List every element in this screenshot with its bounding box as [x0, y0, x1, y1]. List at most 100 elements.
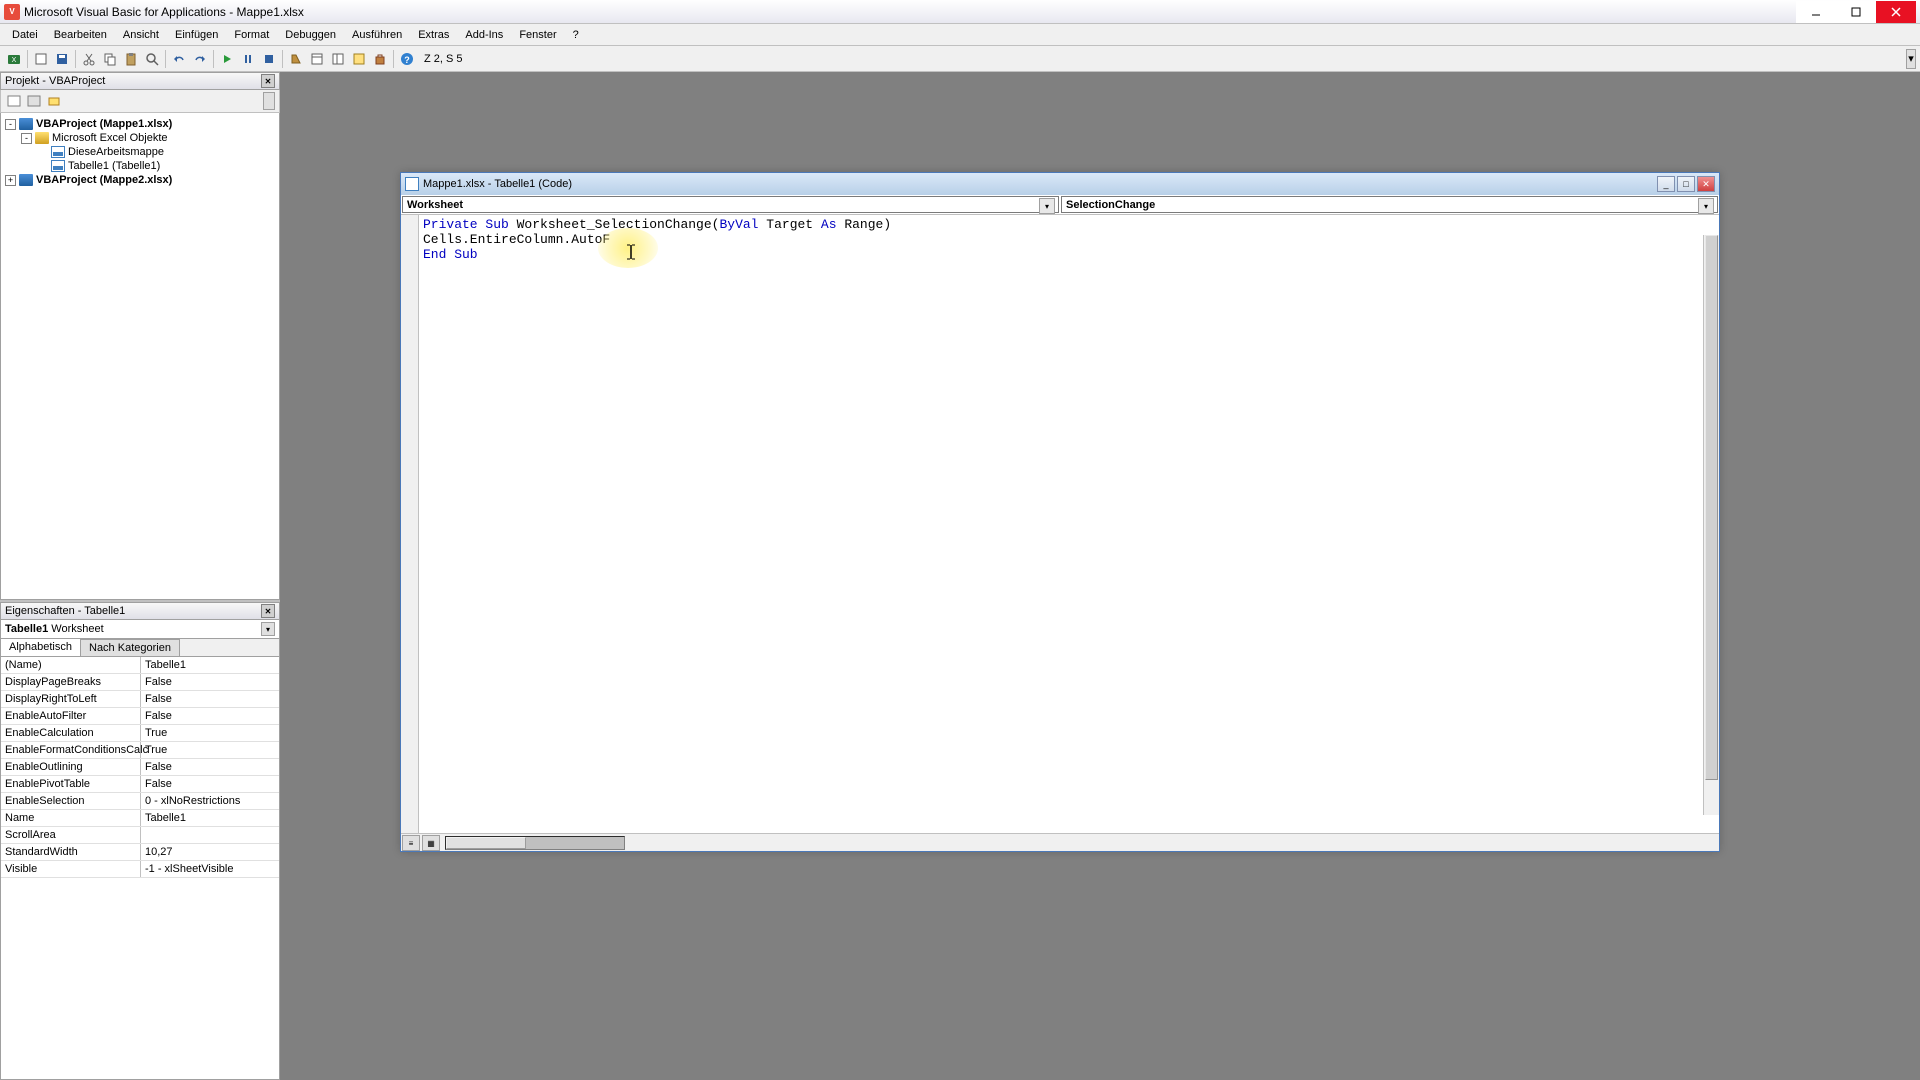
- tree-item[interactable]: - Microsoft Excel Objekte: [5, 131, 275, 145]
- reset-icon[interactable]: [259, 49, 279, 69]
- tree-item[interactable]: Tabelle1 (Tabelle1): [5, 159, 275, 173]
- run-icon[interactable]: [217, 49, 237, 69]
- menu-ausfuehren[interactable]: Ausführen: [344, 27, 410, 43]
- menu-datei[interactable]: Datei: [4, 27, 46, 43]
- view-object-icon[interactable]: [25, 92, 43, 110]
- property-value[interactable]: Tabelle1: [141, 657, 279, 673]
- redo-icon[interactable]: [190, 49, 210, 69]
- code-hscrollbar[interactable]: [445, 836, 625, 850]
- properties-grid[interactable]: (Name)Tabelle1DisplayPageBreaksFalseDisp…: [0, 657, 280, 1080]
- undo-icon[interactable]: [169, 49, 189, 69]
- property-name: EnableFormatConditionsCalc: [1, 742, 141, 758]
- view-code-icon[interactable]: [5, 92, 23, 110]
- menu-addins[interactable]: Add-Ins: [457, 27, 511, 43]
- tree-toggle-icon[interactable]: -: [5, 119, 16, 130]
- props-object-type: Worksheet: [51, 623, 103, 635]
- project-explorer-icon[interactable]: [307, 49, 327, 69]
- property-row[interactable]: EnableOutliningFalse: [1, 759, 279, 776]
- property-name: StandardWidth: [1, 844, 141, 860]
- property-value[interactable]: False: [141, 776, 279, 792]
- menu-bearbeiten[interactable]: Bearbeiten: [46, 27, 115, 43]
- tree-item-label: Tabelle1 (Tabelle1): [68, 160, 160, 172]
- maximize-button[interactable]: [1836, 1, 1876, 23]
- code-text[interactable]: Private Sub Worksheet_SelectionChange(By…: [423, 217, 891, 262]
- property-row[interactable]: EnableSelection0 - xlNoRestrictions: [1, 793, 279, 810]
- property-value[interactable]: Tabelle1: [141, 810, 279, 826]
- code-minimize-button[interactable]: _: [1657, 176, 1675, 192]
- menu-extras[interactable]: Extras: [410, 27, 457, 43]
- property-row[interactable]: (Name)Tabelle1: [1, 657, 279, 674]
- props-object-selector[interactable]: Tabelle1 Worksheet ▾: [0, 620, 280, 639]
- mdi-workspace: Mappe1.xlsx - Tabelle1 (Code) _ □ ✕ Work…: [280, 72, 1920, 1080]
- property-row[interactable]: DisplayPageBreaksFalse: [1, 674, 279, 691]
- copy-icon[interactable]: [100, 49, 120, 69]
- property-value[interactable]: True: [141, 742, 279, 758]
- code-editor[interactable]: Private Sub Worksheet_SelectionChange(By…: [401, 215, 1719, 833]
- chevron-down-icon[interactable]: ▾: [261, 622, 275, 636]
- design-mode-icon[interactable]: [286, 49, 306, 69]
- menu-ansicht[interactable]: Ansicht: [115, 27, 167, 43]
- close-button[interactable]: [1876, 1, 1916, 23]
- code-close-button[interactable]: ✕: [1697, 176, 1715, 192]
- insert-icon[interactable]: [31, 49, 51, 69]
- object-browser-icon[interactable]: [349, 49, 369, 69]
- property-row[interactable]: EnableCalculationTrue: [1, 725, 279, 742]
- tree-toggle-icon[interactable]: -: [21, 133, 32, 144]
- object-dropdown[interactable]: Worksheet: [402, 196, 1059, 213]
- cut-icon[interactable]: [79, 49, 99, 69]
- property-value[interactable]: True: [141, 725, 279, 741]
- property-row[interactable]: EnableAutoFilterFalse: [1, 708, 279, 725]
- menu-help[interactable]: ?: [565, 27, 587, 43]
- property-value[interactable]: -1 - xlSheetVisible: [141, 861, 279, 877]
- tree-item-label: Microsoft Excel Objekte: [52, 132, 168, 144]
- help-icon[interactable]: ?: [397, 49, 417, 69]
- menu-einfuegen[interactable]: Einfügen: [167, 27, 226, 43]
- paste-icon[interactable]: [121, 49, 141, 69]
- toggle-folders-icon[interactable]: [45, 92, 63, 110]
- project-panel-close-icon[interactable]: ✕: [261, 74, 275, 88]
- tab-nach-kategorien[interactable]: Nach Kategorien: [81, 639, 180, 656]
- code-window-titlebar[interactable]: Mappe1.xlsx - Tabelle1 (Code) _ □ ✕: [401, 173, 1719, 195]
- save-icon[interactable]: [52, 49, 72, 69]
- code-maximize-button[interactable]: □: [1677, 176, 1695, 192]
- svg-text:X: X: [12, 57, 17, 64]
- break-icon[interactable]: [238, 49, 258, 69]
- property-row[interactable]: DisplayRightToLeftFalse: [1, 691, 279, 708]
- procedure-dropdown[interactable]: SelectionChange: [1061, 196, 1718, 213]
- minimize-button[interactable]: [1796, 1, 1836, 23]
- code-window[interactable]: Mappe1.xlsx - Tabelle1 (Code) _ □ ✕ Work…: [400, 172, 1720, 852]
- full-module-view-button[interactable]: ▦: [422, 835, 440, 851]
- tree-item[interactable]: +VBAProject (Mappe2.xlsx): [5, 173, 275, 187]
- tree-item[interactable]: DieseArbeitsmappe: [5, 145, 275, 159]
- property-row[interactable]: EnablePivotTableFalse: [1, 776, 279, 793]
- property-value[interactable]: False: [141, 759, 279, 775]
- toolbox-icon[interactable]: [370, 49, 390, 69]
- property-row[interactable]: StandardWidth10,27: [1, 844, 279, 861]
- property-value[interactable]: [141, 827, 279, 843]
- property-value[interactable]: 10,27: [141, 844, 279, 860]
- menu-format[interactable]: Format: [226, 27, 277, 43]
- property-value[interactable]: False: [141, 691, 279, 707]
- property-value[interactable]: False: [141, 708, 279, 724]
- tab-alphabetisch[interactable]: Alphabetisch: [1, 639, 81, 656]
- property-row[interactable]: NameTabelle1: [1, 810, 279, 827]
- tree-item[interactable]: -VBAProject (Mappe1.xlsx): [5, 117, 275, 131]
- code-vscrollbar[interactable]: [1703, 235, 1719, 815]
- menu-debuggen[interactable]: Debuggen: [277, 27, 344, 43]
- property-row[interactable]: Visible-1 - xlSheetVisible: [1, 861, 279, 878]
- project-tree[interactable]: -VBAProject (Mappe1.xlsx)-Microsoft Exce…: [0, 113, 280, 600]
- find-icon[interactable]: [142, 49, 162, 69]
- property-value[interactable]: False: [141, 674, 279, 690]
- procedure-view-button[interactable]: ≡: [402, 835, 420, 851]
- property-row[interactable]: ScrollArea: [1, 827, 279, 844]
- properties-panel: Eigenschaften - Tabelle1 ✕ Tabelle1 Work…: [0, 600, 280, 1080]
- property-value[interactable]: 0 - xlNoRestrictions: [141, 793, 279, 809]
- menu-fenster[interactable]: Fenster: [511, 27, 564, 43]
- project-scroll-stub[interactable]: [263, 92, 275, 110]
- properties-icon[interactable]: [328, 49, 348, 69]
- toolbar-overflow-icon[interactable]: ▾: [1906, 49, 1916, 69]
- tree-toggle-icon[interactable]: +: [5, 175, 16, 186]
- props-panel-close-icon[interactable]: ✕: [261, 604, 275, 618]
- view-excel-icon[interactable]: X: [4, 49, 24, 69]
- property-row[interactable]: EnableFormatConditionsCalcTrue: [1, 742, 279, 759]
